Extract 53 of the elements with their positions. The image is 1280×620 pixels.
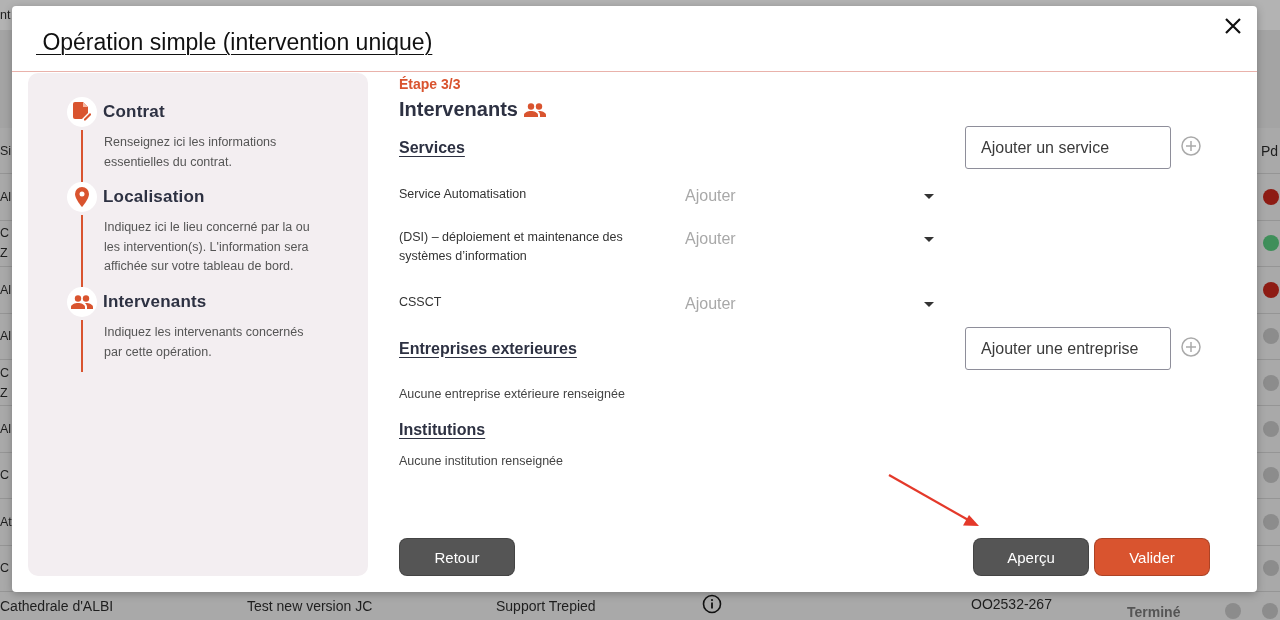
empty-message: Aucune institution renseignée: [399, 454, 564, 468]
table-cell-text: C: [0, 467, 10, 485]
table-cell-text: C: [0, 364, 10, 382]
table-cell-text: At: [0, 513, 12, 531]
table-cell-text: Test new version JC: [247, 597, 374, 614]
service-label: CSSCT: [399, 294, 443, 311]
location-pin-icon: [75, 187, 89, 208]
select-field[interactable]: Ajouter: [685, 187, 940, 205]
select-field[interactable]: Ajouter: [685, 230, 940, 248]
section-title: Entreprises exterieures: [399, 339, 577, 358]
back-button[interactable]: Retour: [399, 538, 515, 576]
empty-message: Aucune entreprise extérieure renseignée: [399, 387, 626, 401]
table-cell-text: Z: [0, 245, 8, 263]
step-indicator: Étape 3/3: [399, 76, 462, 92]
caret-icon: [924, 193, 934, 199]
service-label: (DSI) – déploiement et maintenance des systèmes d’information: [399, 229, 624, 265]
table-cell-text: OO2532-267: [971, 594, 1053, 612]
people-icon: [71, 294, 93, 309]
section-title: Institutions: [399, 421, 486, 439]
caret-icon: [924, 301, 934, 307]
table-cell-text: Terminé: [1127, 602, 1182, 620]
service-label: Service Automatisation: [399, 186, 528, 203]
table-cell-text: Al: [0, 328, 12, 346]
validate-button[interactable]: Valider: [1094, 538, 1210, 576]
dialog-title: Opération simple (intervention unique): [41, 29, 433, 56]
step-title: Localisation: [103, 187, 206, 208]
people-icon: [523, 102, 546, 117]
step-title: Contrat: [103, 102, 166, 122]
step-description: Renseignez ici les informations essentielles du contrat.: [103, 134, 278, 171]
step-title: Intervenants: [103, 291, 208, 312]
table-cell: nt: [0, 8, 11, 22]
add-field[interactable]: Ajouter une entreprise: [965, 327, 1171, 370]
table-cell-text: Al: [0, 281, 12, 299]
info-icon[interactable]: [702, 594, 722, 615]
caret-icon: [924, 236, 934, 242]
select-field[interactable]: Ajouter: [685, 295, 940, 313]
table-cell-text: Cathedrale d'ALBI: [0, 597, 115, 614]
table-cell-text: Support Trepied: [496, 597, 597, 614]
column-header: Si: [0, 143, 12, 158]
section-title: Services: [399, 138, 465, 157]
table-cell-text: C: [0, 560, 10, 578]
table-cell-text: Al: [0, 189, 12, 207]
section-heading: Intervenants: [399, 98, 518, 121]
preview-button[interactable]: Aperçu: [973, 538, 1089, 576]
table-cell-text: Z: [0, 384, 8, 402]
close-icon[interactable]: [1223, 16, 1243, 36]
column-header: Pd: [1260, 142, 1278, 159]
step-description: Indiquez ici le lieu concerné par la ou les intervention(s). L'information sera affichée sur votre tableau de bord.: [103, 219, 311, 276]
add-field[interactable]: Ajouter un service: [965, 126, 1171, 169]
table-cell-text: Al: [0, 421, 12, 439]
table-cell-text: C: [0, 225, 10, 243]
step-description: Indiquez les intervenants concernés par cette opération.: [103, 323, 305, 361]
document-pen-icon: [73, 102, 91, 122]
